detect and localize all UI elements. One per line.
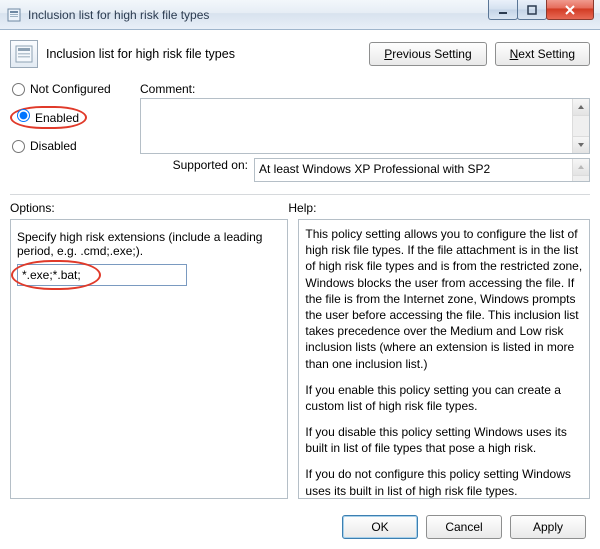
comment-textarea[interactable] <box>140 98 590 154</box>
supported-on-value: At least Windows XP Professional with SP… <box>254 158 590 182</box>
policy-header-icon <box>10 40 38 68</box>
help-panel: This policy setting allows you to config… <box>298 219 590 499</box>
scrollbar[interactable] <box>572 159 589 181</box>
scroll-up-icon[interactable] <box>573 159 589 176</box>
divider <box>10 194 590 195</box>
scroll-up-icon[interactable] <box>573 99 589 116</box>
supported-on-label: Supported on: <box>140 158 254 182</box>
comment-label: Comment: <box>140 82 590 96</box>
apply-button[interactable]: Apply <box>510 515 586 539</box>
close-button[interactable] <box>546 0 594 20</box>
help-text: This policy setting allows you to config… <box>305 226 585 372</box>
cancel-button[interactable]: Cancel <box>426 515 502 539</box>
options-panel: Specify high risk extensions (include a … <box>10 219 288 499</box>
help-text: If you disable this policy setting Windo… <box>305 424 585 456</box>
policy-icon <box>6 7 22 23</box>
radio-label: Disabled <box>30 139 77 153</box>
previous-setting-button[interactable]: Previous Setting <box>369 42 486 66</box>
options-heading: Options: <box>10 201 288 215</box>
help-heading: Help: <box>288 201 590 215</box>
radio-disabled[interactable]: Disabled <box>10 139 140 153</box>
scroll-down-icon[interactable] <box>573 136 589 153</box>
ok-button[interactable]: OK <box>342 515 418 539</box>
help-text: If you do not configure this policy sett… <box>305 466 585 498</box>
help-text: If you enable this policy setting you ca… <box>305 382 585 414</box>
minimize-button[interactable] <box>488 0 518 20</box>
radio-not-configured[interactable]: Not Configured <box>10 82 140 96</box>
scrollbar[interactable] <box>572 99 589 153</box>
window-title: Inclusion list for high risk file types <box>28 8 209 22</box>
maximize-button[interactable] <box>517 0 547 20</box>
extensions-input[interactable] <box>17 264 187 286</box>
radio-label: Not Configured <box>30 82 111 96</box>
policy-title: Inclusion list for high risk file types <box>46 47 235 61</box>
next-setting-button[interactable]: Next Setting <box>495 42 590 66</box>
radio-label: Enabled <box>35 111 79 125</box>
extensions-field-label: Specify high risk extensions (include a … <box>17 230 281 258</box>
title-bar: Inclusion list for high risk file types <box>0 0 600 30</box>
radio-enabled[interactable]: Enabled <box>10 106 140 129</box>
